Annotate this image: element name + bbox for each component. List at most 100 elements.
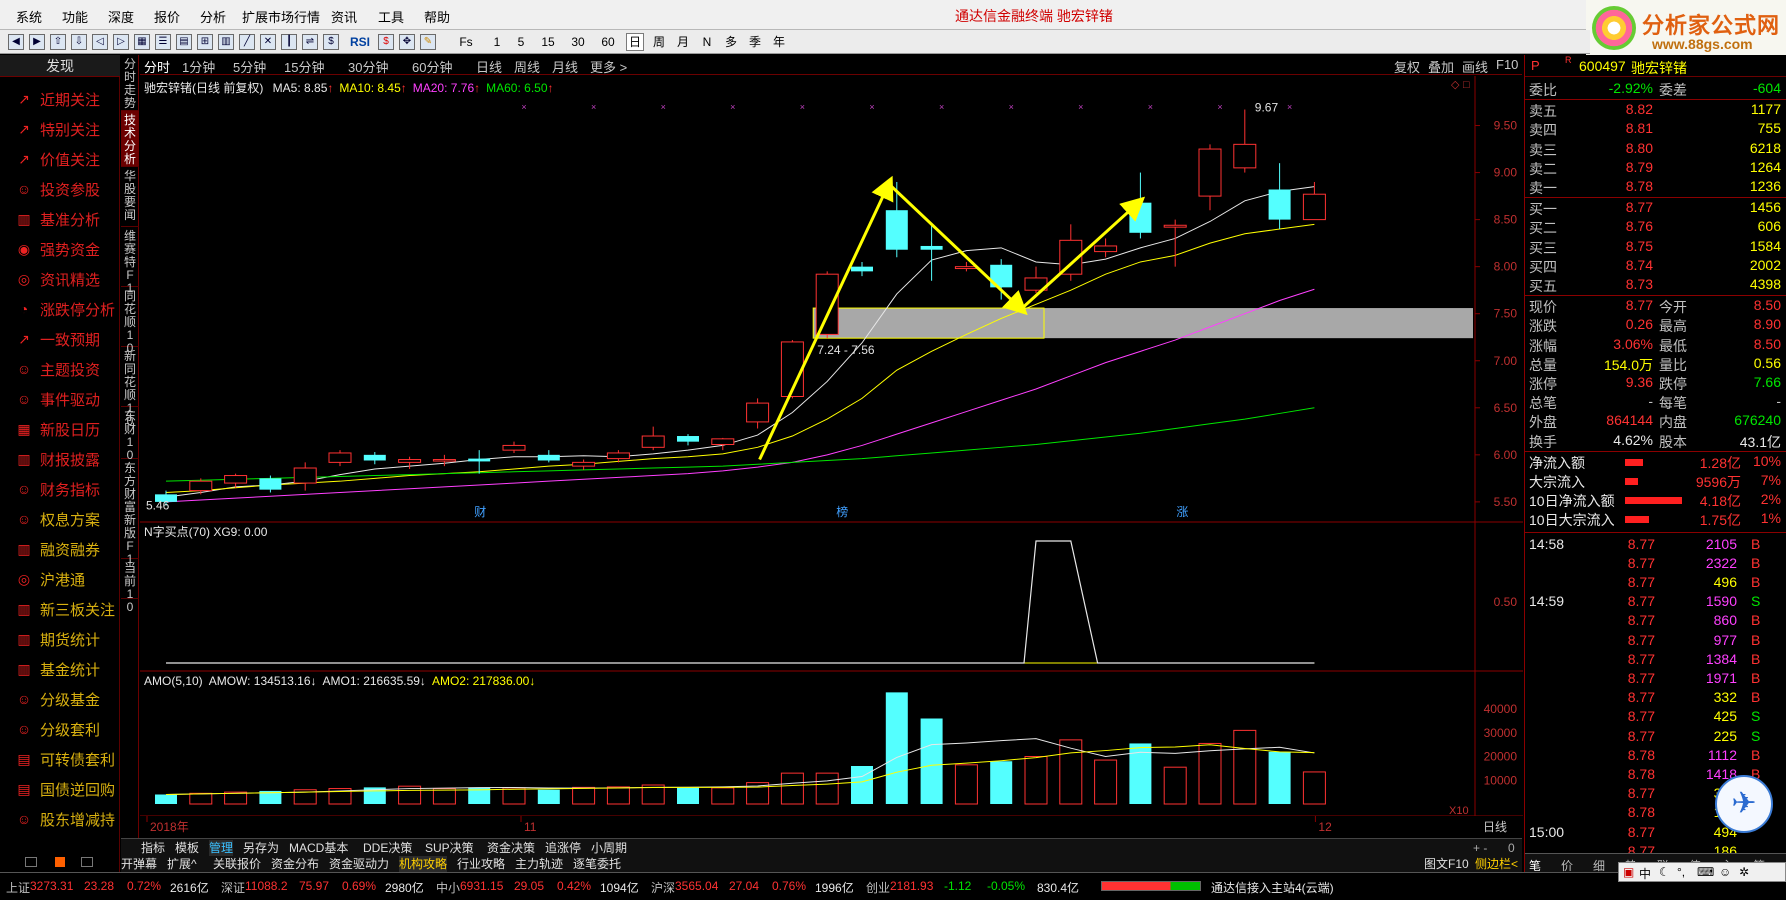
indicator-tab[interactable]: 资金决策 [487, 840, 535, 856]
indicator-tab[interactable]: 模板 [175, 840, 199, 856]
menu-item[interactable]: 深度 [108, 7, 134, 26]
sidebar-item[interactable]: ▦ 新股日历 [0, 413, 120, 443]
back-icon[interactable]: ◀ [8, 34, 24, 50]
indicator-tab[interactable]: 追涨停 [545, 840, 581, 856]
chart-tool-button[interactable]: 画线 [1462, 57, 1488, 76]
sidebar-item[interactable]: ▥ 财报披露 [0, 443, 120, 473]
kline-chart[interactable]: 9.50 9.00 8.50 8.00 7.50 7.00 6.50 6.00 5.50 × × × ×… [140, 76, 1523, 838]
right-icon[interactable]: ▷ [113, 34, 129, 50]
left-icon[interactable]: ◁ [92, 34, 108, 50]
sidebar-item[interactable]: ▥ 融资融券 [0, 533, 120, 563]
vertical-tab[interactable]: 华股要闻 [121, 167, 139, 227]
forward-icon[interactable]: ▶ [29, 34, 45, 50]
menu-item[interactable]: 报价 [154, 7, 180, 26]
sidebar-item[interactable]: ↗ 特别关注 [0, 113, 120, 143]
chart-tool-button[interactable]: 复权 [1394, 57, 1420, 76]
period-tab[interactable]: 分时 [144, 57, 170, 76]
diamond-icon[interactable]: ◇ [1451, 79, 1460, 91]
chart-icon[interactable]: ▤ [176, 34, 192, 50]
period-tab[interactable]: 1分钟 [182, 57, 215, 76]
menu-item[interactable]: 资讯 [331, 7, 357, 26]
event-marker[interactable]: 涨 [1176, 504, 1188, 519]
period-button[interactable]: 30 [566, 33, 590, 51]
feature-tab[interactable]: 资金分布 [271, 856, 319, 872]
indicator-tab[interactable]: SUP决策 [425, 840, 474, 856]
period-button[interactable]: Fs [454, 33, 478, 51]
assistant-bird-icon[interactable]: ✈ [1715, 775, 1773, 833]
sidebar-item[interactable]: ◔ 涨跌停分析 [0, 293, 120, 323]
sidebar-item[interactable]: ☺ 财务指标 [0, 473, 120, 503]
vertical-tab[interactable]: 技术分析 [121, 111, 139, 167]
crosshair-icon[interactable]: ✥ [399, 34, 415, 50]
candle[interactable] [815, 271, 839, 339]
menu-item[interactable]: 功能 [62, 7, 88, 26]
sidebar-item[interactable]: ◎ 资讯精选 [0, 263, 120, 293]
menu-item[interactable]: 帮助 [424, 7, 450, 26]
period-tab[interactable]: 5分钟 [233, 57, 266, 76]
sidebar-item[interactable]: ▥ 期货统计 [0, 623, 120, 653]
period-button[interactable]: N [698, 33, 716, 51]
x-icon[interactable]: ✕ [260, 34, 276, 50]
period-tab[interactable]: 30分钟 [348, 57, 388, 76]
feature-tab[interactable]: 逐笔委托 [573, 856, 621, 872]
menu-item[interactable]: 扩展市场行情 [242, 7, 320, 26]
sidebar-item[interactable]: ☺ 股东增减持 [0, 803, 120, 833]
ime-mode[interactable]: 中 [1639, 865, 1651, 882]
menu-item[interactable]: 工具 [378, 7, 404, 26]
sidebar-item[interactable]: ▥ 基金统计 [0, 653, 120, 683]
period-tab[interactable]: 60分钟 [412, 57, 452, 76]
rsi-button[interactable]: RSI [350, 33, 370, 51]
indicator-tab[interactable]: 指标 [141, 840, 165, 856]
period-tab[interactable]: 周线 [514, 57, 540, 76]
pencil-icon[interactable]: ✎ [420, 34, 436, 50]
period-button[interactable]: 月 [674, 33, 692, 51]
menu-item[interactable]: 系统 [16, 7, 42, 26]
sidebar-item[interactable]: ◎ 沪港通 [0, 563, 120, 593]
chart-tool-button[interactable]: F10 [1496, 57, 1518, 72]
table-icon[interactable]: ⊞ [197, 34, 213, 50]
zoom-reset[interactable]: 0 [1508, 840, 1515, 856]
sidebar-item[interactable]: ☺ 权息方案 [0, 503, 120, 533]
bar-icon[interactable]: ▥ [218, 34, 234, 50]
indicator-tab[interactable]: 小周期 [591, 840, 627, 856]
keyboard-icon[interactable]: ⌨ [1697, 865, 1714, 879]
sidebar-item[interactable]: ▤ 可转债套利 [0, 743, 120, 773]
indicator-tab[interactable]: DDE决策 [363, 840, 412, 856]
vertical-tab[interactable]: 当前 10 [121, 559, 139, 614]
period-tab[interactable]: 15分钟 [284, 57, 324, 76]
event-marker[interactable]: 榜 [836, 504, 848, 519]
period-tab[interactable]: 更多 > [590, 57, 627, 76]
sidebar-item[interactable]: ☺ 主题投资 [0, 353, 120, 383]
sidebar-item[interactable]: ☺ 分级套利 [0, 713, 120, 743]
kline-icon[interactable]: ┃ [281, 34, 297, 50]
sidebar-item[interactable]: ◉ 强势资金 [0, 233, 120, 263]
period-button[interactable]: 季 [746, 33, 764, 51]
down-icon[interactable]: ⇩ [71, 34, 87, 50]
sidebar-item[interactable]: ↗ 近期关注 [0, 83, 120, 113]
period-button[interactable]: 年 [770, 33, 788, 51]
period-button[interactable]: 1 [488, 33, 506, 51]
period-button[interactable]: 多 [722, 33, 740, 51]
stop-icon[interactable] [55, 857, 65, 867]
feature-tab[interactable]: 关联报价 [213, 856, 261, 872]
period-tab[interactable]: 月线 [552, 57, 578, 76]
moon-icon[interactable]: ☾ [1659, 865, 1670, 879]
feature-tab[interactable]: 行业攻略 [457, 856, 505, 872]
grid-icon[interactable]: ▦ [134, 34, 150, 50]
period-tab[interactable]: 日线 [476, 57, 502, 76]
f10-button[interactable]: 图文F10 [1424, 856, 1469, 872]
input-method-bar[interactable]: 中 ▣ ☾ °, ⌨ ☺ ✲ [1618, 862, 1786, 882]
period-button[interactable]: 日 [626, 33, 644, 51]
indicator-tab[interactable]: MACD基本 [289, 840, 348, 856]
user-icon[interactable]: ☺ [1719, 865, 1731, 879]
close-box-icon[interactable]: □ [1463, 79, 1470, 91]
vertical-tab[interactable]: 维赛特 F1 [121, 227, 139, 295]
sidebar-item[interactable]: ↗ 价值关注 [0, 143, 120, 173]
zoom-controls[interactable]: + - [1473, 840, 1487, 856]
sidebar-item[interactable]: ↗ 一致预期 [0, 323, 120, 353]
dollar-icon[interactable]: $ [378, 34, 394, 50]
sidebar-item[interactable]: ☺ 事件驱动 [0, 383, 120, 413]
up-icon[interactable]: ⇧ [50, 34, 66, 50]
grid-icon[interactable] [25, 857, 37, 867]
settings-icon[interactable]: ✲ [1739, 865, 1749, 879]
